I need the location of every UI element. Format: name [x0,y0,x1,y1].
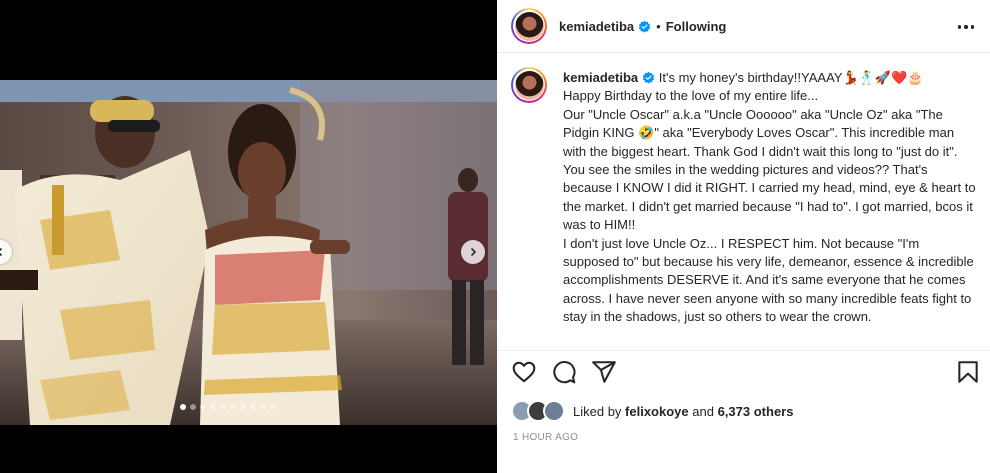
caption-username[interactable]: kemiadetiba [563,70,638,85]
carousel-dot [190,404,196,410]
chevron-right-icon [470,247,477,257]
post-media-pane [0,0,497,473]
caption-line: Happy Birthday to the love of my entire … [563,88,819,104]
author-avatar[interactable] [511,8,547,44]
caption-area: kemiadetiba It's my honey's birthday!!YA… [497,53,990,351]
likes-prefix: Liked by [573,403,622,419]
carousel-dot [260,404,266,410]
heart-icon[interactable] [511,359,537,385]
post-caption: kemiadetiba It's my honey's birthday!!YA… [563,69,977,327]
caption-line: Our "Uncle Oscar" a.k.a "Uncle Oooooo" a… [563,106,976,233]
likes-connector: and [692,403,714,419]
carousel-dot [250,404,256,410]
carousel-dot [240,404,246,410]
verified-badge-icon [638,20,651,33]
caption-line: I don't just love Uncle Oz... I RESPECT … [563,235,974,325]
post-actions-bar [497,351,990,391]
verified-badge-icon [642,71,655,84]
author-username[interactable]: kemiadetiba [559,19,634,34]
likes-count-link[interactable]: 6,373 others [718,404,794,419]
share-icon[interactable] [591,359,617,385]
carousel-dot [180,404,186,410]
bookmark-icon[interactable] [955,359,981,385]
liked-by-user-link[interactable]: felixokoye [625,404,689,419]
liker-avatars[interactable] [511,400,565,422]
carousel-dot [210,404,216,410]
carousel-next-button[interactable] [461,240,485,264]
comment-icon[interactable] [551,359,577,385]
header-separator: • [656,18,661,34]
following-button[interactable]: Following [666,19,727,34]
carousel-dot [270,404,276,410]
avatar-image [514,70,544,100]
carousel-dot [220,404,226,410]
avatar-image [514,11,544,41]
post-details-panel: kemiadetiba • Following kemiadetiba It's… [497,0,990,473]
carousel-dot [230,404,236,410]
more-options-icon[interactable] [954,15,978,39]
carousel-dot [200,404,206,410]
post-photo[interactable] [0,80,497,425]
carousel-indicator [180,404,276,410]
likes-summary: Liked by felixokoye and 6,373 others [511,398,793,424]
post-header: kemiadetiba • Following [497,0,990,53]
post-timestamp[interactable]: 1 HOUR AGO [513,432,578,443]
caption-author-avatar[interactable] [511,67,547,103]
caption-line: It's my honey's birthday!!YAAAY💃🕺🚀❤️🎂 [658,70,924,85]
chevron-left-icon [0,247,3,257]
avatar [543,400,565,422]
wedding-photo-illustration [0,80,497,425]
